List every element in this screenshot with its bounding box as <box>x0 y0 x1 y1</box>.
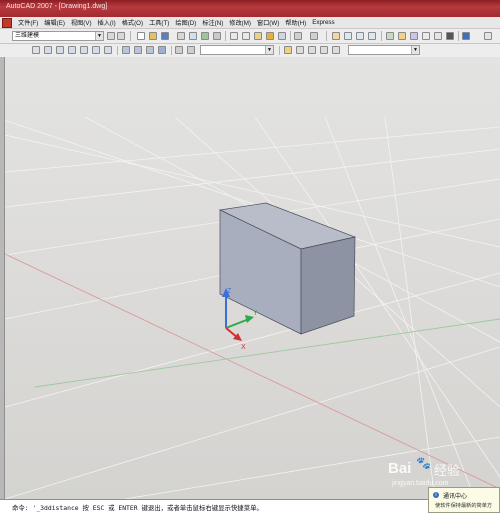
toolbar-separator <box>381 31 382 41</box>
chevron-down-icon[interactable]: ▼ <box>95 32 103 40</box>
y-axis-line <box>34 318 500 388</box>
layer-make-current-icon[interactable] <box>308 46 316 54</box>
menu-tools[interactable]: 工具(T) <box>146 18 172 27</box>
sheet-set-icon[interactable] <box>422 32 430 40</box>
box-solid[interactable] <box>218 202 357 335</box>
toolbar-separator <box>290 31 291 41</box>
toolbar-separator <box>225 31 226 41</box>
ucs-x-label: X <box>241 344 246 351</box>
command-prompt-text: 命令: '_3ddistance 按 ESC 或 ENTER 键退出，或者单击鼠… <box>12 504 263 512</box>
box-side-face <box>300 236 356 335</box>
menu-modify[interactable]: 修改(M) <box>226 18 254 27</box>
cylinder-icon[interactable] <box>80 46 88 54</box>
toolbar-separator <box>458 31 459 41</box>
chevron-down-icon[interactable]: ▼ <box>265 46 273 54</box>
command-line[interactable]: 命令: '_3ddistance 按 ESC 或 ENTER 键退出，或者单击鼠… <box>0 499 500 513</box>
menu-view[interactable]: 视图(V) <box>68 18 95 27</box>
cone-icon[interactable] <box>56 46 64 54</box>
workspace-save-icon[interactable] <box>117 32 125 40</box>
new-icon[interactable] <box>137 32 145 40</box>
menu-help[interactable]: 帮助(H) <box>282 18 309 27</box>
calculator-icon[interactable] <box>446 32 454 40</box>
tool-palettes-icon[interactable] <box>410 32 418 40</box>
watermark-suffix: 经验 <box>434 463 461 478</box>
zoom-window-icon[interactable] <box>356 32 364 40</box>
menu-window[interactable]: 窗口(W) <box>254 18 282 27</box>
toolbar-separator <box>279 46 280 55</box>
zoom-previous-icon[interactable] <box>368 32 376 40</box>
ucs-y-label: Y <box>253 310 258 317</box>
text-style-select[interactable]: ▼ <box>348 45 420 55</box>
menu-edit[interactable]: 编辑(E) <box>41 18 68 27</box>
sphere-icon[interactable] <box>68 46 76 54</box>
union-icon[interactable] <box>122 46 130 54</box>
paste-icon[interactable] <box>254 32 262 40</box>
redo-icon[interactable] <box>310 32 318 40</box>
workspace-select[interactable]: 三维建模 ▼ <box>12 31 104 41</box>
watermark-brand: Bai <box>388 460 412 477</box>
shade-icon[interactable] <box>175 46 183 54</box>
visual-style-icon[interactable] <box>187 46 195 54</box>
box-icon[interactable] <box>32 46 40 54</box>
drawing-viewport[interactable]: Z Y X <box>5 57 500 499</box>
cut-icon[interactable] <box>230 32 238 40</box>
extrude-icon[interactable] <box>158 46 166 54</box>
help-icon[interactable] <box>462 32 470 40</box>
chevron-down-icon[interactable]: ▼ <box>411 46 419 54</box>
pyramid-icon[interactable] <box>104 46 112 54</box>
workspace-select-value: 三维建模 <box>15 33 40 39</box>
notification-body: 使软件保持最新的简单方 <box>435 503 493 509</box>
preview-icon[interactable] <box>189 32 197 40</box>
standard-toolbar: 三维建模 ▼ <box>0 29 500 44</box>
menu-bar: 文件(F) 编辑(E) 视图(V) 插入(I) 格式(O) 工具(T) 绘图(D… <box>0 17 500 29</box>
toolbar-separator <box>130 31 131 41</box>
menu-draw[interactable]: 绘图(D) <box>172 18 199 27</box>
toolbar-separator <box>326 31 327 41</box>
ucs-y-axis <box>225 318 250 329</box>
markup-icon[interactable] <box>434 32 442 40</box>
menu-dimension[interactable]: 标注(N) <box>199 18 226 27</box>
menu-express[interactable]: Express <box>309 19 337 26</box>
3d-dwf-icon[interactable] <box>213 32 221 40</box>
undo-icon[interactable] <box>294 32 302 40</box>
intersect-icon[interactable] <box>146 46 154 54</box>
ucs-z-label: Z <box>227 288 232 295</box>
layer-previous-icon[interactable] <box>296 46 304 54</box>
modeling-toolbar: ▼ ▼ <box>0 44 500 58</box>
copy-icon[interactable] <box>242 32 250 40</box>
menu-insert[interactable]: 插入(I) <box>95 18 119 27</box>
visual-style-select[interactable]: ▼ <box>200 45 274 55</box>
layer-properties-icon[interactable] <box>284 46 292 54</box>
paw-icon: 🐾 <box>416 456 431 470</box>
layer-off-icon[interactable] <box>332 46 340 54</box>
layer-icon[interactable] <box>484 32 492 40</box>
open-icon[interactable] <box>149 32 157 40</box>
window-title: AutoCAD 2007 - [Drawing1.dwg] <box>6 3 108 10</box>
design-center-icon[interactable] <box>398 32 406 40</box>
block-editor-icon[interactable] <box>278 32 286 40</box>
subtract-icon[interactable] <box>134 46 142 54</box>
menu-file[interactable]: 文件(F) <box>15 18 41 27</box>
layer-isolate-icon[interactable] <box>320 46 328 54</box>
zoom-realtime-icon[interactable] <box>344 32 352 40</box>
pan-icon[interactable] <box>332 32 340 40</box>
toolbar-separator <box>117 46 118 55</box>
workspace-settings-icon[interactable] <box>107 32 115 40</box>
match-properties-icon[interactable] <box>266 32 274 40</box>
menu-format[interactable]: 格式(O) <box>119 18 146 27</box>
properties-icon[interactable] <box>386 32 394 40</box>
3d-scene: Z Y X <box>5 116 500 499</box>
info-icon: i <box>433 492 439 498</box>
torus-icon[interactable] <box>92 46 100 54</box>
app-icon[interactable] <box>2 17 12 28</box>
toolbar-separator <box>171 46 172 55</box>
save-icon[interactable] <box>161 32 169 40</box>
publish-icon[interactable] <box>201 32 209 40</box>
wedge-icon[interactable] <box>44 46 52 54</box>
notification-title: 通讯中心 <box>443 494 468 500</box>
watermark-url: jingyan.baidu.com <box>392 480 449 487</box>
title-bar: AutoCAD 2007 - [Drawing1.dwg] <box>0 0 500 17</box>
communication-center-bubble[interactable]: i 通讯中心 使软件保持最新的简单方 <box>428 487 500 513</box>
plot-icon[interactable] <box>177 32 185 40</box>
